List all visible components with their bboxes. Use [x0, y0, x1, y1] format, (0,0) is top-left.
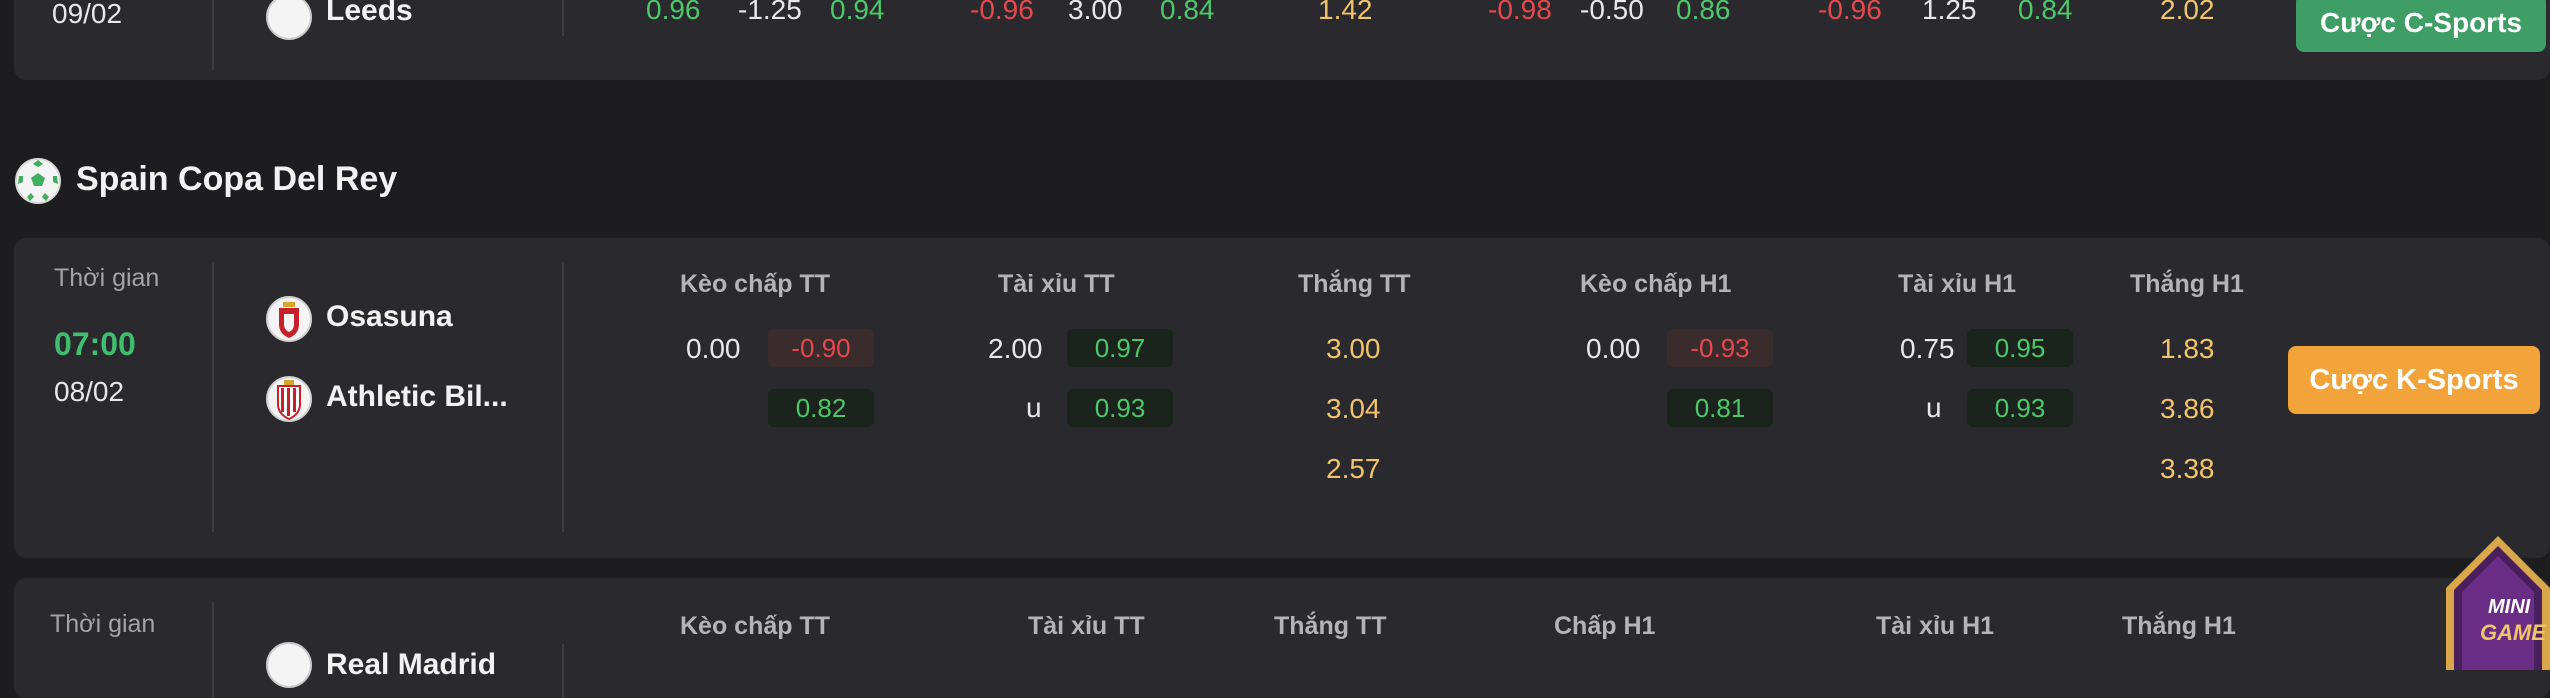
handicap-ft-home-odds[interactable]: -0.90 [768, 329, 874, 367]
divider [212, 0, 214, 70]
prev-odds[interactable]: 0.84 [2018, 0, 2073, 26]
home-team: Osasuna [326, 300, 453, 333]
prev-odds: -1.25 [738, 0, 802, 25]
header-win-ft: Thắng TT [1298, 270, 1411, 298]
mini-game-line1: MINI [2488, 596, 2531, 618]
next-header-handicap-h1: Chấp H1 [1554, 612, 1656, 640]
next-header-win-ft: Thắng TT [1274, 612, 1387, 640]
header-ou-h1: Tài xỉu H1 [1898, 270, 2017, 298]
divider [212, 602, 214, 698]
league-title: Spain Copa Del Rey [76, 160, 398, 198]
mini-game-button[interactable]: MINI GAME [2412, 534, 2550, 670]
prev-odds[interactable]: 0.94 [830, 0, 885, 26]
osasuna-logo-icon [266, 294, 312, 344]
ou-h1-line: 0.75 [1900, 333, 1955, 364]
real-madrid-logo-icon [266, 642, 312, 688]
next-header-win-h1: Thắng H1 [2122, 612, 2236, 640]
handicap-h1-home-odds[interactable]: -0.93 [1667, 329, 1773, 367]
ou-ft-under-label: u [1026, 392, 1042, 423]
ou-h1-under-odds[interactable]: 0.93 [1967, 389, 2073, 427]
ou-ft-line: 2.00 [988, 333, 1043, 364]
win-ft-draw[interactable]: 3.04 [1326, 393, 1381, 425]
prev-odds[interactable]: 0.96 [646, 0, 701, 26]
ou-h1-under-label: u [1926, 392, 1942, 423]
divider [562, 262, 564, 532]
win-h1-draw[interactable]: 3.86 [2160, 393, 2215, 425]
soccer-ball-icon [14, 157, 62, 205]
bet-c-sports-button[interactable]: Cược C-Sports [2296, 0, 2546, 52]
handicap-ft-away-odds[interactable]: 0.82 [768, 389, 874, 427]
prev-odds[interactable]: -0.98 [1488, 0, 1552, 26]
athletic-logo-icon [266, 374, 312, 424]
ou-h1-over-odds[interactable]: 0.95 [1967, 329, 2073, 367]
prev-odds[interactable]: 2.02 [2160, 0, 2215, 26]
divider [212, 262, 214, 532]
win-h1-away[interactable]: 3.38 [2160, 453, 2215, 485]
header-handicap-ft: Kèo chấp TT [680, 270, 831, 298]
prev-match-team: Leeds [326, 0, 413, 27]
away-team: Athletic Bil... [326, 380, 508, 413]
next-header-handicap-ft: Kèo chấp TT [680, 612, 831, 640]
win-ft-away[interactable]: 2.57 [1326, 453, 1381, 485]
next-time-label: Thời gian [50, 610, 156, 638]
prev-odds: -0.50 [1580, 0, 1644, 25]
prev-odds: 3.00 [1068, 0, 1123, 25]
ou-ft-over-odds[interactable]: 0.97 [1067, 329, 1173, 367]
prev-odds: 1.25 [1922, 0, 1977, 25]
header-handicap-h1: Kèo chấp H1 [1580, 270, 1732, 298]
prev-odds[interactable]: 1.42 [1318, 0, 1373, 26]
handicap-h1-line: 0.00 [1586, 333, 1641, 364]
prev-odds[interactable]: -0.96 [970, 0, 1034, 26]
win-h1-home[interactable]: 1.83 [2160, 333, 2215, 365]
divider [562, 0, 564, 36]
bet-k-sports-button[interactable]: Cược K-Sports [2288, 346, 2540, 414]
win-ft-home[interactable]: 3.00 [1326, 333, 1381, 365]
next-match-team: Real Madrid [326, 648, 497, 681]
ou-ft-under-odds[interactable]: 0.93 [1067, 389, 1173, 427]
header-win-h1: Thắng H1 [2130, 270, 2244, 298]
handicap-ft-line: 0.00 [686, 333, 741, 364]
next-header-ou-h1: Tài xỉu H1 [1876, 612, 1995, 640]
header-ou-ft: Tài xỉu TT [998, 270, 1115, 298]
prev-odds[interactable]: 0.84 [1160, 0, 1215, 26]
match-date: 08/02 [54, 376, 125, 407]
prev-match-date: 09/02 [52, 0, 123, 29]
match-time: 07:00 [54, 326, 136, 362]
next-header-ou-ft: Tài xỉu TT [1028, 612, 1145, 640]
mini-game-line2: GAME [2480, 620, 2546, 645]
prev-odds[interactable]: 0.86 [1676, 0, 1731, 26]
prev-odds[interactable]: -0.96 [1818, 0, 1882, 26]
time-label: Thời gian [54, 264, 160, 292]
handicap-h1-away-odds[interactable]: 0.81 [1667, 389, 1773, 427]
divider [562, 644, 564, 698]
